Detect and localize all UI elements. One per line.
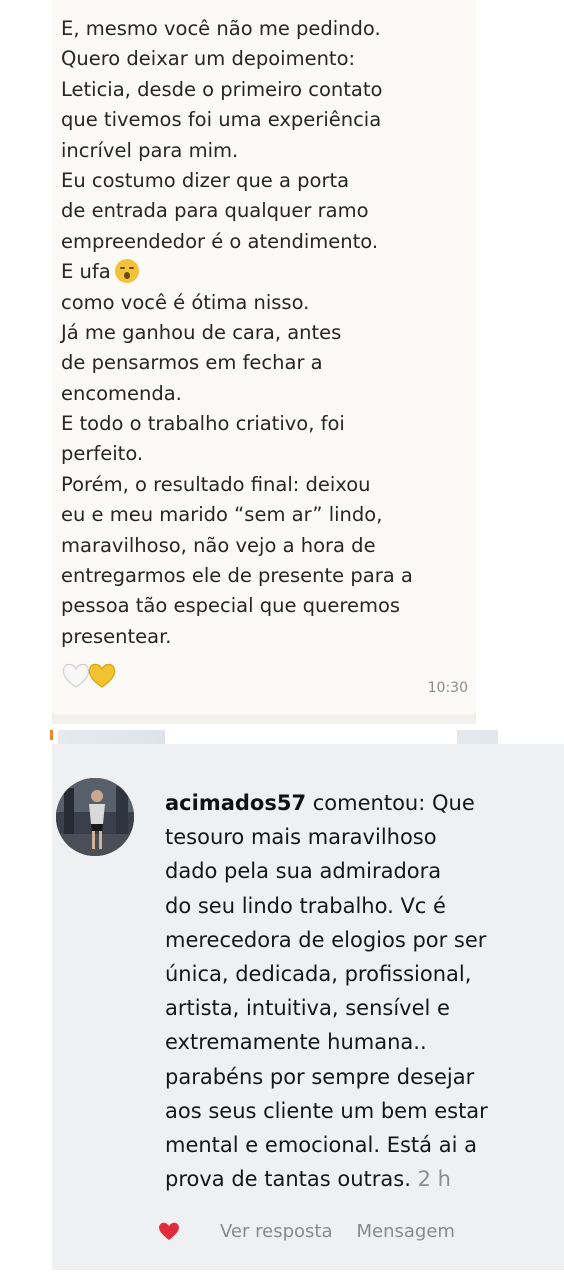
message-line-with-emoji: E ufa	[61, 257, 471, 287]
message-line: como você é ótima nisso.	[61, 290, 310, 314]
message-line: que tivemos foi uma experiência	[61, 108, 382, 132]
comment-line: extremamente humana..	[165, 1030, 427, 1055]
comment-time-ago: 2 h	[417, 1167, 451, 1192]
message-line: Eu costumo dizer que a porta	[61, 168, 350, 192]
astonished-face-emoji-icon	[114, 259, 139, 284]
message-line: empreendedor é o atendimento.	[61, 229, 379, 253]
comment-first-line: acimados57 comentou: Que	[165, 786, 560, 820]
comment-card: acimados57 comentou: Que tesouro mais ma…	[52, 744, 564, 1270]
avatar[interactable]	[56, 778, 134, 856]
comment-line: mental e emocional. Está ai a	[165, 1132, 477, 1157]
comment-last-line: prova de tantas outras. 2 h	[165, 1162, 560, 1196]
message-line: Leticia, desde o primeiro contato	[61, 77, 383, 101]
yellow-heart-icon	[88, 663, 116, 688]
message-line: perfeito.	[61, 442, 144, 466]
comment-line: prova de tantas outras.	[165, 1167, 411, 1192]
message-line: Já me ganhou de cara, antes	[61, 320, 342, 344]
comment-line: parabéns por sempre desejar	[165, 1064, 475, 1089]
comment-line: única, dedicada, profissional,	[165, 961, 472, 986]
divider-mark	[50, 730, 53, 740]
comment-line: dado pela sua admiradora	[165, 859, 442, 884]
message-text: E, mesmo você não me pedindo. Quero deix…	[61, 14, 471, 652]
message-bubble: E, mesmo você não me pedindo. Quero deix…	[52, 0, 476, 714]
view-reply-link[interactable]: Ver resposta	[220, 1221, 332, 1242]
white-heart-icon	[62, 663, 90, 688]
message-line: pessoa tão especial que queremos	[61, 594, 401, 618]
message-line: E, mesmo você não me pedindo.	[61, 17, 381, 40]
heart-icon[interactable]	[158, 1221, 180, 1241]
message-line: eu e meu marido “sem ar” lindo,	[61, 503, 383, 527]
comment-line: tesouro mais maravilhoso	[165, 825, 437, 850]
message-line: de entrada para qualquer ramo	[61, 199, 369, 223]
message-line: entregarmos ele de presente para a	[61, 564, 413, 588]
message-line: presentear.	[61, 624, 172, 648]
comment-action-word: comentou:	[312, 791, 426, 815]
message-line: incrível para mim.	[61, 138, 239, 162]
comment-text: acimados57 comentou: Que tesouro mais ma…	[165, 786, 560, 1196]
message-line: Porém, o resultado final: deixou	[61, 472, 371, 496]
comment-line: artista, intuitiva, sensível e	[165, 996, 450, 1021]
message-line: E ufa	[61, 260, 111, 284]
profile-photo-icon	[56, 778, 134, 856]
comment-line: Que	[431, 791, 475, 815]
message-line: E todo o trabalho criativo, foi	[61, 412, 345, 436]
screenshot: E, mesmo você não me pedindo. Quero deix…	[0, 0, 564, 1278]
message-line: maravilhoso, não vejo a hora de	[61, 533, 376, 557]
comment-line: do seu lindo trabalho. Vc é	[165, 893, 446, 918]
message-line: encomenda.	[61, 381, 182, 405]
chat-area: E, mesmo você não me pedindo. Quero deix…	[52, 0, 476, 724]
comment-username[interactable]: acimados57	[165, 791, 306, 815]
comment-actions: Ver resposta Mensagem	[158, 1218, 455, 1244]
hearts-emoji	[62, 663, 116, 688]
comment-line: merecedora de elogios por ser	[165, 927, 487, 952]
message-timestamp: 10:30	[427, 680, 468, 696]
message-link[interactable]: Mensagem	[356, 1221, 454, 1242]
comment-line: aos seus cliente um bem estar	[165, 1098, 488, 1123]
message-line: Quero deixar um depoimento:	[61, 47, 356, 71]
message-line: de pensarmos em fechar a	[61, 351, 323, 375]
